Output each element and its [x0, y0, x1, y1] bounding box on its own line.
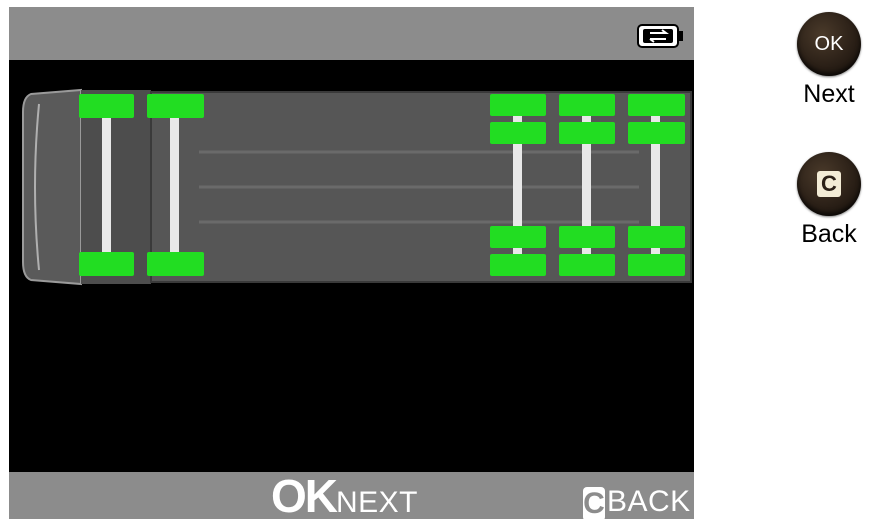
trailer — [150, 91, 692, 283]
c-key-group: C Back — [784, 152, 874, 249]
ok-key-button[interactable]: OK — [797, 12, 861, 76]
tire — [628, 254, 685, 276]
tire — [628, 94, 685, 116]
device-screen: OK NEXT C BACK — [9, 7, 694, 519]
tire — [628, 226, 685, 248]
c-back-hint[interactable]: C BACK — [583, 485, 691, 519]
tire — [628, 122, 685, 144]
ok-next-hint[interactable]: OK NEXT — [271, 473, 418, 519]
tire — [490, 254, 546, 276]
tire — [79, 94, 134, 118]
tire — [559, 122, 615, 144]
c-key-caption: Back — [801, 220, 857, 248]
battery-icon — [637, 24, 683, 48]
tire — [147, 94, 204, 118]
tire — [559, 226, 615, 248]
c-key-button[interactable]: C — [797, 152, 861, 216]
tire — [490, 94, 546, 116]
next-label: NEXT — [336, 486, 419, 519]
ok-key-caption: Next — [803, 80, 855, 108]
ok-key-label: OK — [814, 32, 844, 55]
ok-key-group: OK Next — [784, 12, 874, 109]
tire — [147, 252, 204, 276]
tire — [559, 94, 615, 116]
tire — [490, 122, 546, 144]
back-label: BACK — [607, 485, 691, 518]
c-glyph: C — [583, 487, 605, 519]
ok-glyph: OK — [271, 470, 338, 519]
status-bar — [9, 7, 694, 60]
tire — [559, 254, 615, 276]
c-key-label: C — [817, 171, 841, 197]
tire — [79, 252, 134, 276]
tire — [490, 226, 546, 248]
soft-key-bar: OK NEXT C BACK — [9, 472, 694, 519]
vehicle-diagram — [22, 88, 692, 286]
